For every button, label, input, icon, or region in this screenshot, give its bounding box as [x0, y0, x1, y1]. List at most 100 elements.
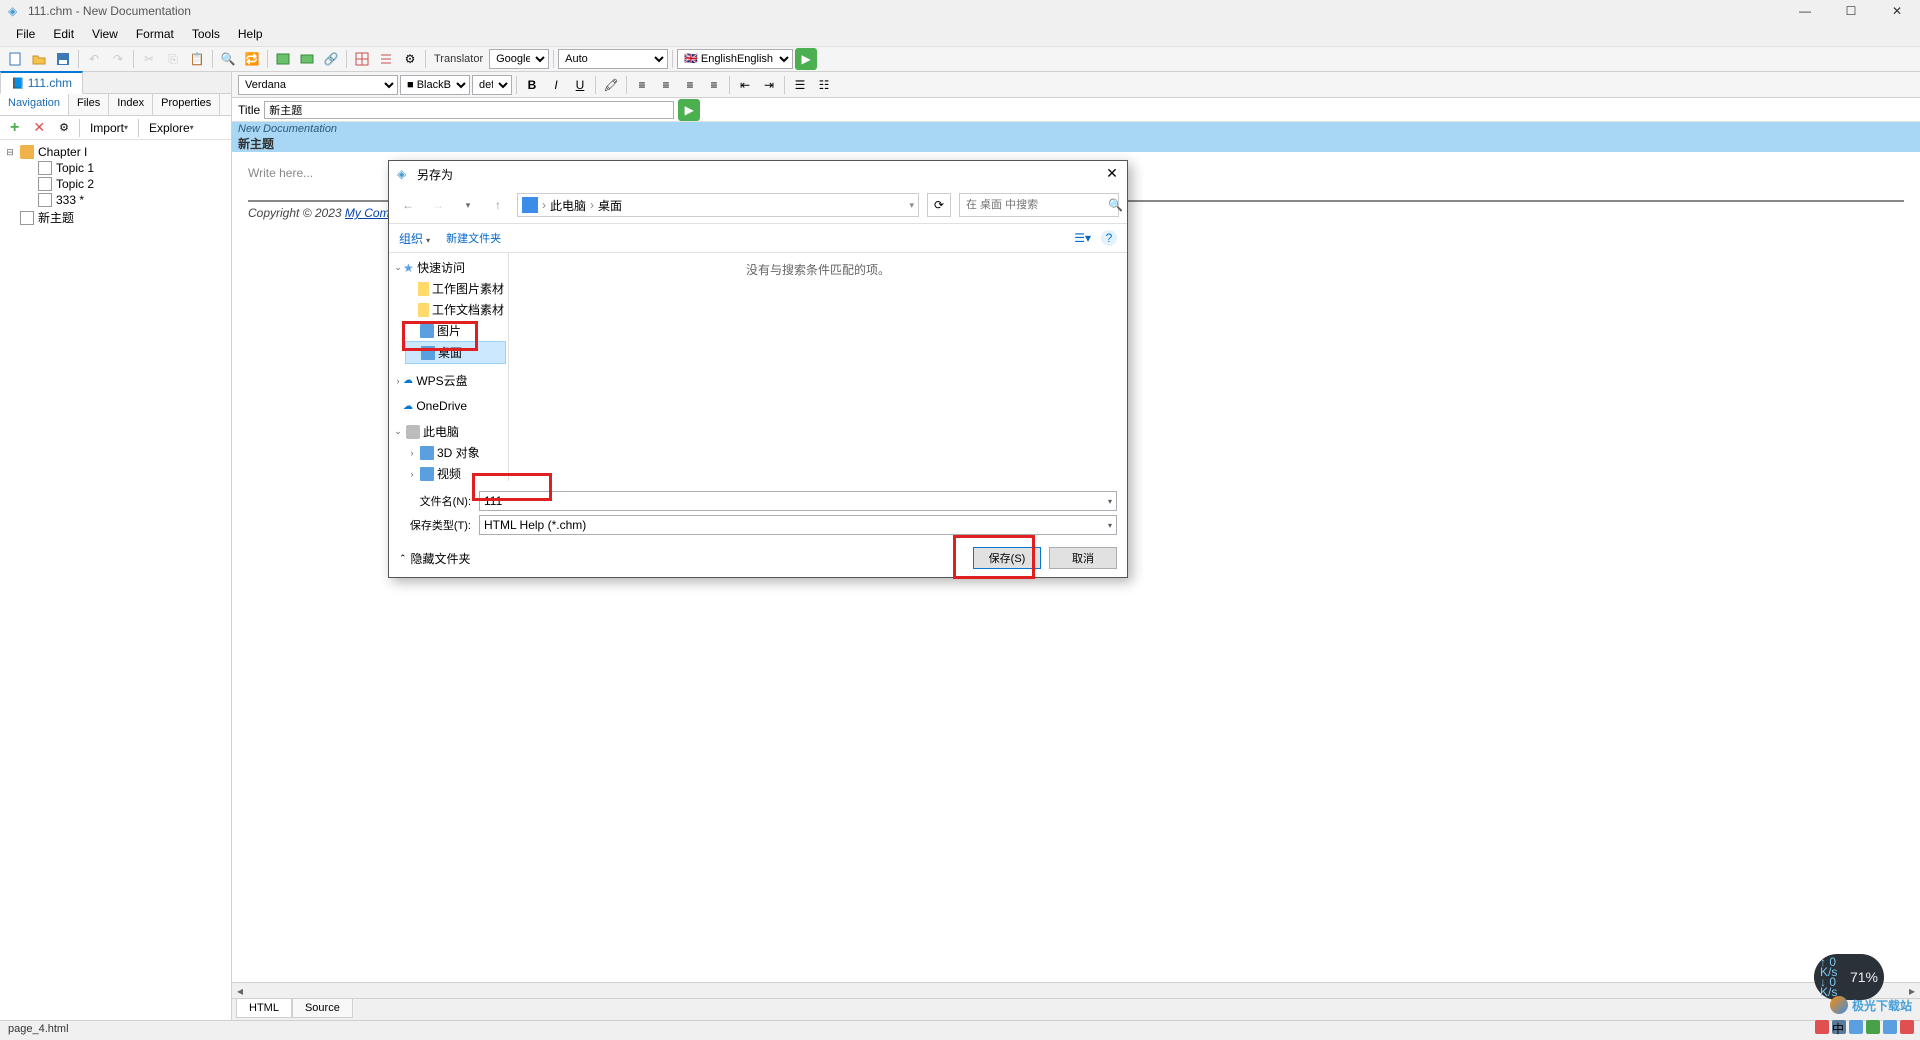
bold-icon[interactable]: B: [521, 74, 543, 96]
translator-target[interactable]: 🇬🇧 EnglishEnglish: [677, 49, 793, 69]
open-icon[interactable]: [28, 48, 50, 70]
align-justify-icon[interactable]: ≡: [703, 74, 725, 96]
pc-video[interactable]: ›视频: [405, 463, 506, 481]
indent-icon[interactable]: ⇥: [758, 74, 780, 96]
menubar: File Edit View Format Tools Help: [0, 22, 1920, 46]
project-tab[interactable]: 📘 111.chm: [0, 71, 83, 94]
filename-input[interactable]: 111▾: [479, 491, 1117, 511]
tree-topic1[interactable]: Topic 1: [20, 160, 229, 176]
translate-go-icon[interactable]: ▶: [795, 48, 817, 70]
horizontal-scrollbar[interactable]: ◂▸: [232, 982, 1920, 998]
nav-up-icon[interactable]: ↑: [487, 194, 509, 216]
number-list-icon[interactable]: ☷: [813, 74, 835, 96]
tab-navigation[interactable]: Navigation: [0, 94, 69, 115]
tree-topic2[interactable]: Topic 2: [20, 176, 229, 192]
breadcrumb-pc[interactable]: 此电脑: [550, 197, 586, 214]
save-icon[interactable]: [52, 48, 74, 70]
video-icon[interactable]: [296, 48, 318, 70]
redo-icon[interactable]: ↷: [107, 48, 129, 70]
save-button[interactable]: 保存(S): [973, 547, 1041, 569]
file-list[interactable]: 没有与搜索条件匹配的项。: [509, 253, 1127, 481]
find-icon[interactable]: 🔍: [217, 48, 239, 70]
this-pc[interactable]: ⌄此电脑: [391, 421, 506, 442]
tab-html[interactable]: HTML: [236, 999, 292, 1018]
delete-topic-icon[interactable]: ✕: [27, 117, 51, 138]
cut-icon[interactable]: ✂: [138, 48, 160, 70]
help-icon[interactable]: ?: [1101, 230, 1117, 246]
menu-edit[interactable]: Edit: [45, 23, 82, 45]
menu-view[interactable]: View: [84, 23, 126, 45]
replace-icon[interactable]: 🔁: [241, 48, 263, 70]
tree-chapter[interactable]: ⊟Chapter I: [2, 144, 229, 160]
import-button[interactable]: Import▾: [84, 119, 134, 137]
tab-properties[interactable]: Properties: [153, 94, 220, 115]
dialog-titlebar: ◈ 另存为 ✕: [389, 161, 1127, 187]
copy-icon[interactable]: ⎘: [162, 48, 184, 70]
filetype-select[interactable]: HTML Help (*.chm)▾: [479, 515, 1117, 535]
refresh-icon[interactable]: ⟳: [927, 193, 951, 217]
align-center-icon[interactable]: ≡: [655, 74, 677, 96]
folder-desktop[interactable]: 桌面: [405, 341, 506, 364]
menu-tools[interactable]: Tools: [184, 23, 228, 45]
quickaccess[interactable]: ⌄★ 快速访问: [391, 257, 506, 278]
list-icon[interactable]: [375, 48, 397, 70]
dialog-close-icon[interactable]: ✕: [1103, 165, 1121, 183]
title-go-icon[interactable]: ▶: [678, 99, 700, 121]
view-mode-icon[interactable]: ☰▾: [1074, 231, 1091, 245]
folder-q1[interactable]: 工作图片素材: [405, 278, 506, 299]
folder-q3[interactable]: 图片: [405, 320, 506, 341]
font-select[interactable]: Verdana: [238, 75, 398, 95]
color-select[interactable]: ■ BlackBlack: [400, 75, 470, 95]
translator-auto[interactable]: Auto: [558, 49, 668, 69]
tree-newtopic[interactable]: 新主题: [2, 208, 229, 227]
tab-index[interactable]: Index: [109, 94, 153, 115]
nav-forward-icon[interactable]: →: [427, 194, 449, 216]
underline-icon[interactable]: U: [569, 74, 591, 96]
image-icon[interactable]: [272, 48, 294, 70]
translator-engine[interactable]: Google: [489, 49, 549, 69]
new-folder-button[interactable]: 新建文件夹: [446, 230, 501, 246]
nav-back-icon[interactable]: ←: [397, 194, 419, 216]
new-icon[interactable]: [4, 48, 26, 70]
minimize-button[interactable]: —: [1782, 0, 1828, 22]
title-input[interactable]: [264, 101, 674, 119]
align-left-icon[interactable]: ≡: [631, 74, 653, 96]
nav-recent-icon[interactable]: ▾: [457, 194, 479, 216]
tab-files[interactable]: Files: [69, 94, 109, 115]
size-select[interactable]: def: [472, 75, 512, 95]
paste-icon[interactable]: 📋: [186, 48, 208, 70]
undo-icon[interactable]: ↶: [83, 48, 105, 70]
dialog-title: 另存为: [417, 166, 453, 183]
tab-source[interactable]: Source: [292, 999, 353, 1018]
pc-3d[interactable]: ›3D 对象: [405, 442, 506, 463]
close-button[interactable]: ✕: [1874, 0, 1920, 22]
explore-button[interactable]: Explore▾: [143, 119, 200, 137]
cancel-button[interactable]: 取消: [1049, 547, 1117, 569]
menu-help[interactable]: Help: [230, 23, 271, 45]
menu-format[interactable]: Format: [128, 23, 182, 45]
breadcrumb-desktop[interactable]: 桌面: [598, 197, 622, 214]
table-icon[interactable]: [351, 48, 373, 70]
gear-icon[interactable]: ⚙: [399, 48, 421, 70]
search-input[interactable]: [966, 199, 1108, 211]
highlight-icon[interactable]: 🖍: [600, 74, 622, 96]
tree-topic3[interactable]: 333 *: [20, 192, 229, 208]
folder-q2[interactable]: 工作文档素材: [405, 299, 506, 320]
align-right-icon[interactable]: ≡: [679, 74, 701, 96]
wps-cloud[interactable]: ›☁ WPS云盘: [391, 370, 506, 391]
search-box[interactable]: 🔍: [959, 193, 1119, 217]
link-icon[interactable]: 🔗: [320, 48, 342, 70]
bullet-list-icon[interactable]: ☰: [789, 74, 811, 96]
breadcrumb[interactable]: › 此电脑 › 桌面 ▾: [517, 193, 919, 217]
search-icon[interactable]: 🔍: [1108, 198, 1123, 212]
add-topic-icon[interactable]: +: [4, 117, 25, 139]
menu-file[interactable]: File: [8, 23, 43, 45]
settings-icon[interactable]: ⚙: [53, 119, 75, 136]
italic-icon[interactable]: I: [545, 74, 567, 96]
organize-button[interactable]: 组织 ▾: [399, 230, 430, 247]
hide-folders-toggle[interactable]: ⌃隐藏文件夹: [399, 550, 471, 567]
maximize-button[interactable]: ☐: [1828, 0, 1874, 22]
dialog-toolbar: 组织 ▾ 新建文件夹 ☰▾ ?: [389, 223, 1127, 253]
outdent-icon[interactable]: ⇤: [734, 74, 756, 96]
onedrive[interactable]: ☁ OneDrive: [391, 397, 506, 415]
